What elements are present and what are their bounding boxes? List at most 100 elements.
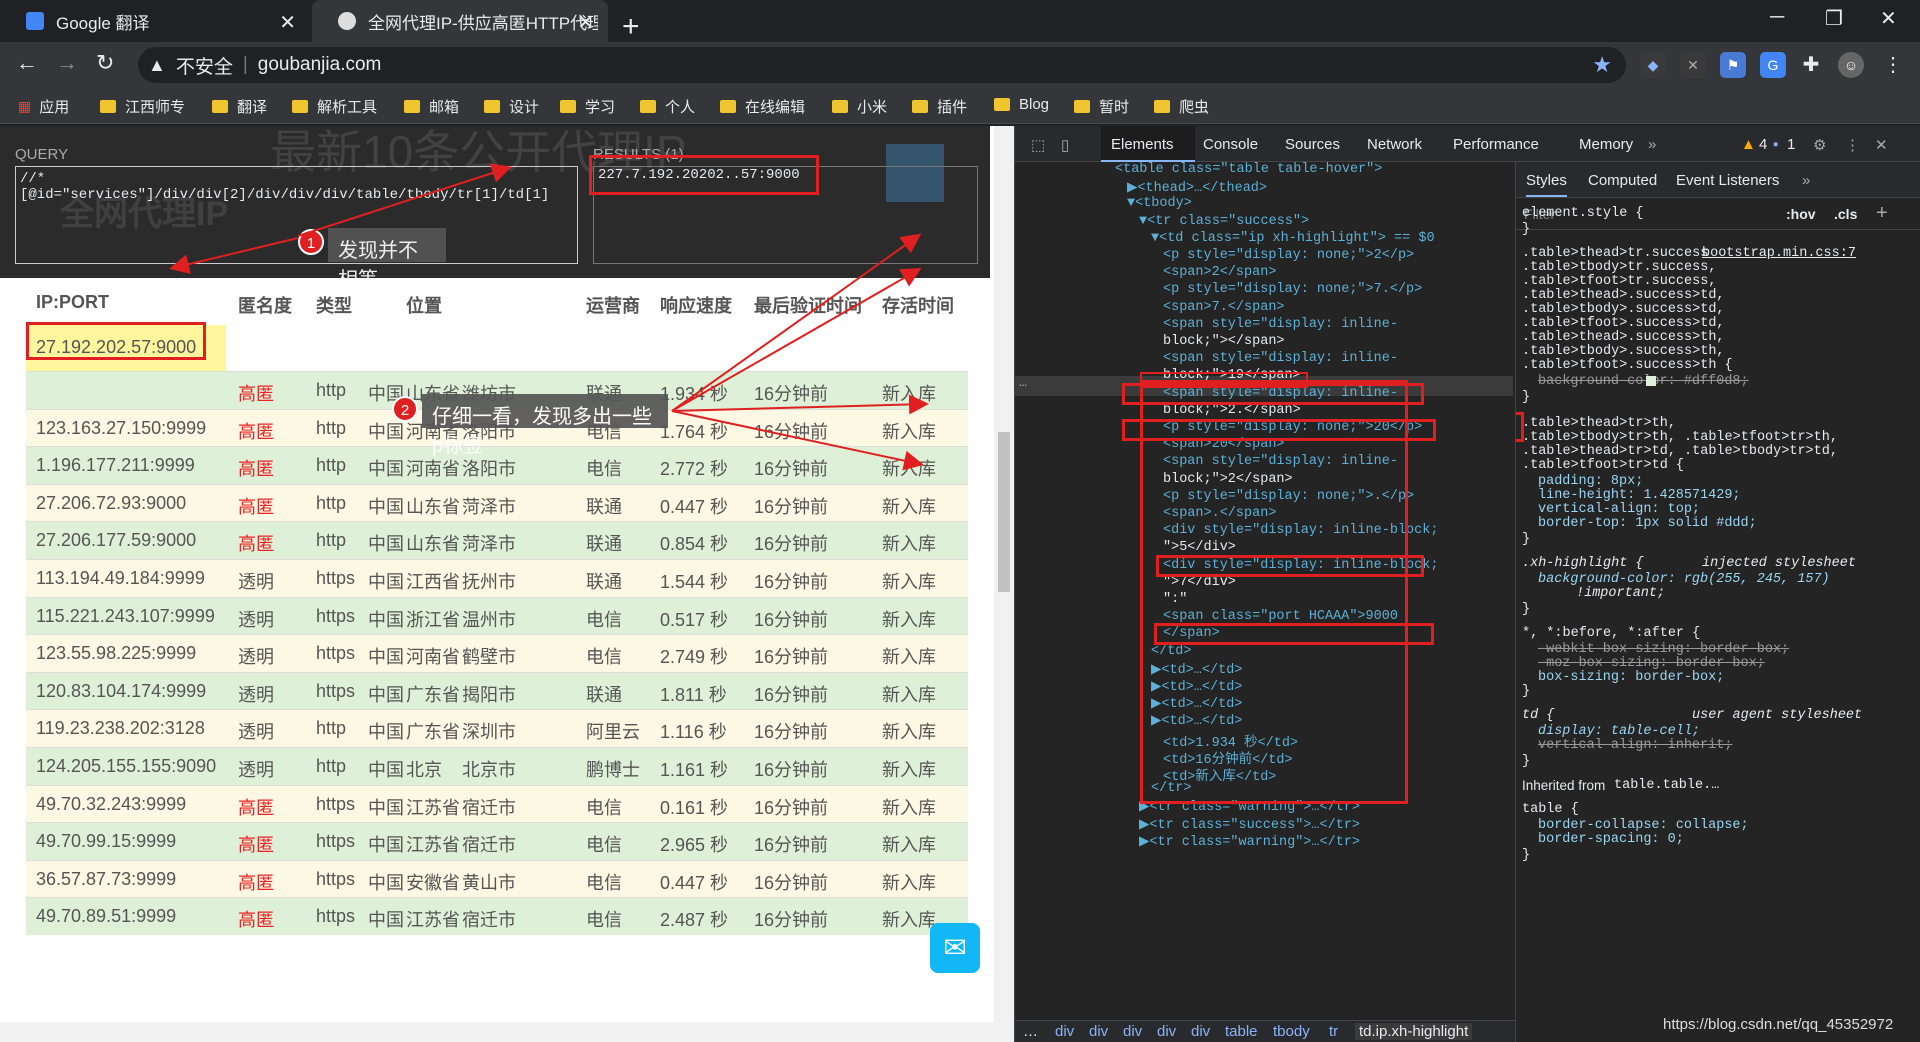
dom-line[interactable]: ▼<tbody> [1127, 196, 1192, 211]
tab-performance[interactable]: Performance [1453, 136, 1539, 153]
x-extension-icon[interactable]: ✕ [1680, 52, 1706, 78]
annotation-box [1154, 623, 1434, 645]
reload-icon[interactable]: ↻ [96, 50, 114, 76]
dom-line[interactable]: <table class="table table-hover"> [1115, 162, 1382, 177]
menu-kebab-icon[interactable]: ⋮ [1880, 52, 1906, 78]
tab-event-listeners[interactable]: Event Listeners [1676, 172, 1779, 189]
close-tab-icon[interactable]: ✕ [279, 10, 296, 35]
close-devtools-icon[interactable]: ✕ [1875, 136, 1888, 154]
dom-line[interactable]: ▶<tr class="success">…</tr> [1139, 816, 1360, 833]
window-close-icon[interactable]: ✕ [1880, 6, 1897, 31]
tab-google-translate[interactable]: Google 翻译 ✕ [0, 0, 310, 42]
bookmark-folder[interactable]: 爬虫 [1154, 96, 1209, 117]
annotation-box [1122, 383, 1424, 405]
translate-extension-icon[interactable]: G [1760, 52, 1786, 78]
bookmark-folder[interactable]: 设计 [484, 96, 539, 117]
bookmark-folder[interactable]: 在线编辑 [720, 96, 805, 117]
breadcrumb-item[interactable]: table [1225, 1023, 1258, 1040]
tab-sources[interactable]: Sources [1285, 136, 1340, 153]
dom-line[interactable]: <p style="display: none;">7.</p> [1163, 282, 1422, 297]
cell-type: http [316, 417, 347, 438]
warning-count[interactable]: 4 [1759, 136, 1767, 153]
bookmark-folder[interactable]: 邮箱 [404, 96, 459, 117]
maximize-icon[interactable]: ❐ [1825, 6, 1843, 31]
styles-pane: Styles Computed Event Listeners » Filter… [1515, 162, 1920, 1042]
dom-line[interactable]: <span style="display: inline- [1163, 317, 1398, 332]
more-tabs-icon[interactable]: » [1802, 172, 1810, 189]
dom-line[interactable]: ▼<td class="ip xh-highlight"> == $0 [1151, 231, 1435, 246]
tab-console[interactable]: Console [1203, 136, 1258, 153]
dom-line[interactable]: block;"></span> [1163, 334, 1285, 349]
tab-proxy-site[interactable]: 全网代理IP-供应高匿HTTP代理I ✕ [312, 0, 608, 42]
style-line: *, *:before, *:after { [1522, 626, 1701, 641]
inspect-element-icon[interactable]: ⬚ [1031, 136, 1045, 154]
bookmark-folder[interactable]: 暂时 [1074, 96, 1129, 117]
info-count[interactable]: 1 [1787, 136, 1795, 153]
bookmark-apps[interactable]: ▦ 应用 [18, 96, 69, 117]
tab-styles[interactable]: Styles [1526, 172, 1567, 197]
bookmark-label: 学习 [585, 99, 616, 116]
more-tabs-icon[interactable]: » [1648, 136, 1656, 153]
ellipsis-icon[interactable]: … [1019, 376, 1027, 391]
dom-line[interactable]: <span style="display: inline- [1163, 351, 1398, 366]
dom-line[interactable]: ▶<tr class="warning">…</tr> [1139, 833, 1360, 850]
breadcrumb-item[interactable]: div [1123, 1023, 1142, 1040]
breadcrumb-item[interactable]: div [1055, 1023, 1074, 1040]
style-line: .table>tfoot>tr.success, [1522, 274, 1717, 289]
breadcrumb-item[interactable]: tr [1329, 1023, 1338, 1040]
settings-gear-icon[interactable]: ⚙ [1813, 136, 1826, 154]
shield-extension-icon[interactable]: ◆ [1640, 52, 1666, 78]
dom-line[interactable]: <span>7.</span> [1163, 300, 1285, 315]
cell-anon: 高匿 [238, 797, 274, 818]
breadcrumb-item[interactable]: … [1023, 1023, 1038, 1040]
elements-tree[interactable]: … <table class="table table-hover"> ▶<the… [1015, 162, 1513, 1020]
dom-line[interactable]: <p style="display: none;">2</p> [1163, 248, 1414, 263]
puzzle-extensions-icon[interactable]: ✚ [1798, 52, 1824, 78]
bookmark-folder[interactable]: 学习 [560, 96, 615, 117]
tag-extension-icon[interactable]: ⚑ [1720, 52, 1746, 78]
tab-elements[interactable]: Elements [1111, 136, 1174, 153]
tab-network[interactable]: Network [1367, 136, 1422, 153]
forward-arrow-icon[interactable]: → [56, 50, 78, 76]
hov-toggle[interactable]: :hov [1786, 206, 1816, 222]
avatar[interactable]: ☺ [1838, 52, 1864, 78]
dom-line[interactable]: ▶<thead>…</thead> [1127, 179, 1267, 196]
cell-city: 洛阳市 [462, 459, 516, 480]
table-row: 49.70.99.15:9999 高匿 https 中国 江苏省 宿迁市 电信 2.965 秒… [26, 822, 968, 861]
tab-computed[interactable]: Computed [1588, 172, 1657, 189]
minimize-icon[interactable]: ─ [1770, 6, 1784, 29]
dom-line[interactable]: <span>2</span> [1163, 265, 1276, 280]
qq-chat-icon[interactable]: ✉ [930, 923, 980, 973]
tab-memory[interactable]: Memory [1579, 136, 1633, 153]
bookmark-folder[interactable]: 小米 [832, 96, 887, 117]
omnibox[interactable]: ▲ 不安全 | goubanjia.com ★ [138, 47, 1626, 83]
breadcrumb-item[interactable]: div [1157, 1023, 1176, 1040]
add-rule-icon[interactable]: + [1876, 202, 1888, 225]
bookmark-folder[interactable]: 解析工具 [292, 96, 377, 117]
device-toolbar-icon[interactable]: ▯ [1061, 136, 1069, 154]
cell-prov: 山东省 [406, 534, 460, 555]
color-swatch[interactable] [1646, 376, 1656, 386]
bookmark-folder[interactable]: 插件 [912, 96, 967, 117]
horizontal-scrollbar[interactable] [0, 1022, 994, 1042]
bookmark-folder[interactable]: 翻译 [212, 96, 267, 117]
breadcrumb-item[interactable]: div [1089, 1023, 1108, 1040]
breadcrumb-item[interactable]: div [1191, 1023, 1210, 1040]
scrollbar-thumb[interactable] [998, 432, 1010, 592]
back-arrow-icon[interactable]: ← [16, 50, 38, 76]
style-line: .table>thead>tr>td, .table>tbody>tr>td, [1522, 444, 1838, 459]
close-tab-icon[interactable]: ✕ [577, 10, 594, 35]
query-input[interactable]: //*[@id="services"]/div/div[2]/div/div/d… [15, 166, 578, 264]
style-line[interactable]: bootstrap.min.css:7 [1702, 246, 1856, 261]
dom-line[interactable]: ▼<tr class="success"> [1139, 214, 1309, 229]
cell-type: http [316, 455, 347, 476]
bookmark-folder[interactable]: 江西师专 [100, 96, 185, 117]
bookmark-star-icon[interactable]: ★ [1592, 52, 1612, 78]
breadcrumb-item[interactable]: td.ip.xh-highlight [1355, 1023, 1473, 1040]
bookmark-folder[interactable]: Blog [994, 96, 1049, 113]
cls-toggle[interactable]: .cls [1834, 206, 1857, 222]
breadcrumb-item[interactable]: tbody [1273, 1023, 1310, 1040]
bookmark-folder[interactable]: 个人 [640, 96, 695, 117]
cell-city: 宿迁市 [462, 910, 516, 931]
more-options-icon[interactable]: ⋮ [1845, 136, 1860, 154]
